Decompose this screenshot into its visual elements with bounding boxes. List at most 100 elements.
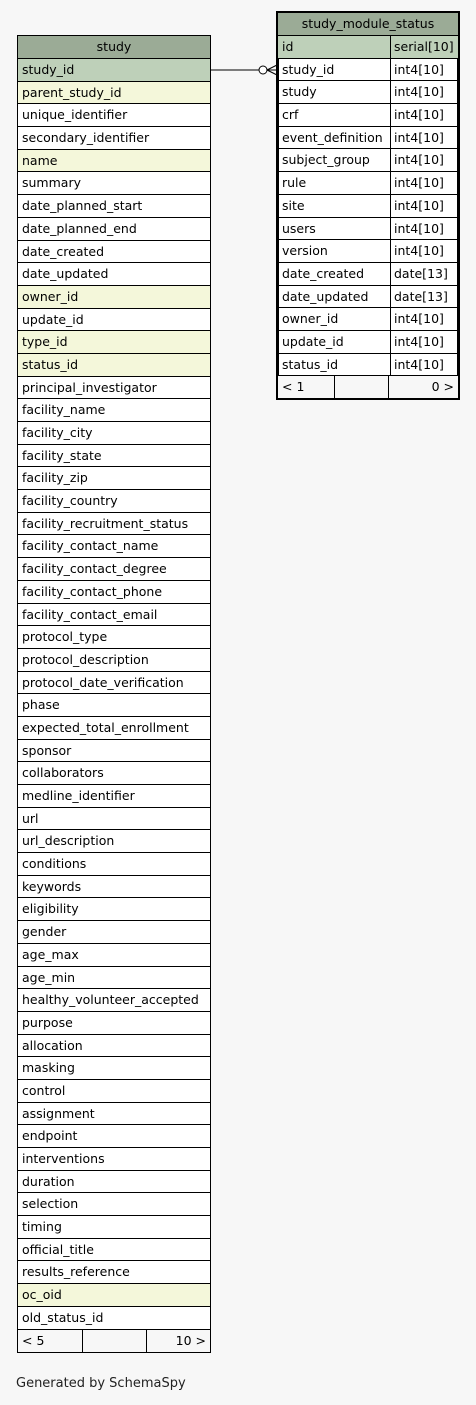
column-row[interactable]: collaborators xyxy=(18,762,210,785)
column-row[interactable]: crf int4[10] xyxy=(278,104,458,127)
column-row[interactable]: date_created xyxy=(18,241,210,264)
column-row[interactable]: parent_study_id xyxy=(18,81,210,105)
column-name: facility_contact_degree xyxy=(22,561,167,577)
column-row[interactable]: date_created date[13] xyxy=(278,262,458,286)
column-name: facility_city xyxy=(22,425,93,440)
column-row[interactable]: status_id xyxy=(18,353,210,377)
column-row[interactable]: gender xyxy=(18,921,210,944)
column-row[interactable]: facility_contact_name xyxy=(18,535,210,559)
column-row[interactable]: date_planned_start xyxy=(18,195,210,218)
column-name: status_id xyxy=(22,356,79,372)
column-row[interactable]: keywords xyxy=(18,876,210,899)
column-name: event_definition xyxy=(282,129,383,145)
column-row[interactable]: summary xyxy=(18,172,210,196)
column-row[interactable]: update_id int4[10] xyxy=(278,330,458,354)
column-row[interactable]: purpose xyxy=(18,1012,210,1035)
column-row[interactable]: eligibility xyxy=(18,898,210,922)
column-row[interactable]: facility_city xyxy=(18,422,210,445)
column-name: site xyxy=(282,197,305,213)
column-row[interactable]: unique_identifier xyxy=(18,104,210,128)
column-row[interactable]: owner_id xyxy=(18,285,210,309)
footer-spacer xyxy=(334,376,388,399)
column-row[interactable]: protocol_type xyxy=(18,626,210,649)
column-row[interactable]: facility_contact_phone xyxy=(18,581,210,604)
column-name: facility_country xyxy=(22,493,118,509)
column-row[interactable]: status_id int4[10] xyxy=(278,353,458,377)
column-row[interactable]: allocation xyxy=(18,1035,210,1058)
column-row[interactable]: type_id xyxy=(18,331,210,354)
column-row[interactable]: study_id int4[10] xyxy=(278,58,458,82)
column-row[interactable]: date_updated xyxy=(18,263,210,286)
column-row[interactable]: facility_country xyxy=(18,490,210,513)
column-row[interactable]: timing xyxy=(18,1216,210,1239)
column-name: purpose xyxy=(22,1014,73,1030)
column-row[interactable]: endpoint xyxy=(18,1125,210,1148)
column-row[interactable]: study int4[10] xyxy=(278,81,458,105)
column-row[interactable]: study_id xyxy=(18,59,210,82)
study-module-status-title[interactable]: study_module_status xyxy=(278,13,458,36)
column-type: int4[10] xyxy=(390,126,458,149)
column-name: users xyxy=(282,220,316,236)
column-row[interactable]: age_min xyxy=(18,967,210,990)
column-name: results_reference xyxy=(22,1264,130,1280)
column-type: int4[10] xyxy=(390,194,458,217)
column-row[interactable]: date_planned_end xyxy=(18,218,210,241)
column-row[interactable]: facility_contact_email xyxy=(18,604,210,627)
column-row[interactable]: medline_identifier xyxy=(18,785,210,808)
column-row[interactable]: conditions xyxy=(18,853,210,876)
column-row[interactable]: protocol_date_verification xyxy=(18,672,210,695)
column-row[interactable]: control xyxy=(18,1080,210,1103)
column-row[interactable]: owner_id int4[10] xyxy=(278,308,458,331)
study-module-status-table[interactable]: study_module_status id serial[10] study_id… xyxy=(276,11,460,401)
column-row[interactable]: url_description xyxy=(18,830,210,854)
column-name: update_id xyxy=(22,311,84,327)
column-row[interactable]: results_reference xyxy=(18,1261,210,1285)
column-type: int4[10] xyxy=(390,172,458,194)
column-row[interactable]: event_definition int4[10] xyxy=(278,126,458,150)
column-type: int4[10] xyxy=(390,81,458,104)
column-row[interactable]: expected_total_enrollment xyxy=(18,717,210,740)
column-row[interactable]: facility_state xyxy=(18,445,210,468)
column-row[interactable]: subject_group int4[10] xyxy=(278,149,458,173)
column-name: oc_oid xyxy=(22,1287,62,1303)
column-name: phase xyxy=(22,697,60,713)
column-type: serial[10] xyxy=(390,36,458,58)
column-row[interactable]: update_id xyxy=(18,309,210,332)
column-row[interactable]: site int4[10] xyxy=(278,194,458,218)
column-row[interactable]: duration xyxy=(18,1171,210,1194)
column-row[interactable]: facility_recruitment_status xyxy=(18,513,210,536)
column-row[interactable]: principal_investigator xyxy=(18,377,210,400)
column-name: date_planned_end xyxy=(22,220,137,236)
column-type: int4[10] xyxy=(390,104,458,126)
column-row[interactable]: sponsor xyxy=(18,740,210,763)
column-row[interactable]: date_updated date[13] xyxy=(278,285,458,309)
column-row[interactable]: phase xyxy=(18,694,210,717)
column-row[interactable]: name xyxy=(18,149,210,173)
study-table[interactable]: study study_id parent_study_id unique_iden… xyxy=(17,35,211,1353)
column-row[interactable]: healthy_volunteer_accepted xyxy=(18,989,210,1012)
column-row[interactable]: oc_oid xyxy=(18,1284,210,1307)
column-row[interactable]: url xyxy=(18,808,210,831)
column-row[interactable]: old_status_id xyxy=(18,1307,210,1330)
column-row[interactable]: id serial[10] xyxy=(278,36,458,59)
column-row[interactable]: secondary_identifier xyxy=(18,127,210,150)
column-row[interactable]: facility_contact_degree xyxy=(18,558,210,581)
column-row[interactable]: official_title xyxy=(18,1239,210,1262)
column-name: parent_study_id xyxy=(22,84,122,100)
column-row[interactable]: selection xyxy=(18,1193,210,1217)
column-row[interactable]: assignment xyxy=(18,1103,210,1126)
study-table-title[interactable]: study xyxy=(18,36,210,59)
column-row[interactable]: version int4[10] xyxy=(278,240,458,263)
zero-cardinality-icon xyxy=(258,65,268,75)
column-row[interactable]: facility_name xyxy=(18,399,210,422)
column-name: version xyxy=(282,243,328,259)
column-row[interactable]: rule int4[10] xyxy=(278,172,458,195)
column-row[interactable]: masking xyxy=(18,1057,210,1080)
column-name: facility_contact_email xyxy=(22,606,158,622)
column-row[interactable]: protocol_description xyxy=(18,649,210,672)
column-row[interactable]: users int4[10] xyxy=(278,217,458,241)
column-row[interactable]: age_max xyxy=(18,944,210,967)
column-row[interactable]: facility_zip xyxy=(18,467,210,491)
column-row[interactable]: interventions xyxy=(18,1148,210,1171)
study-columns: study_id parent_study_id unique_identifier… xyxy=(18,59,210,1330)
